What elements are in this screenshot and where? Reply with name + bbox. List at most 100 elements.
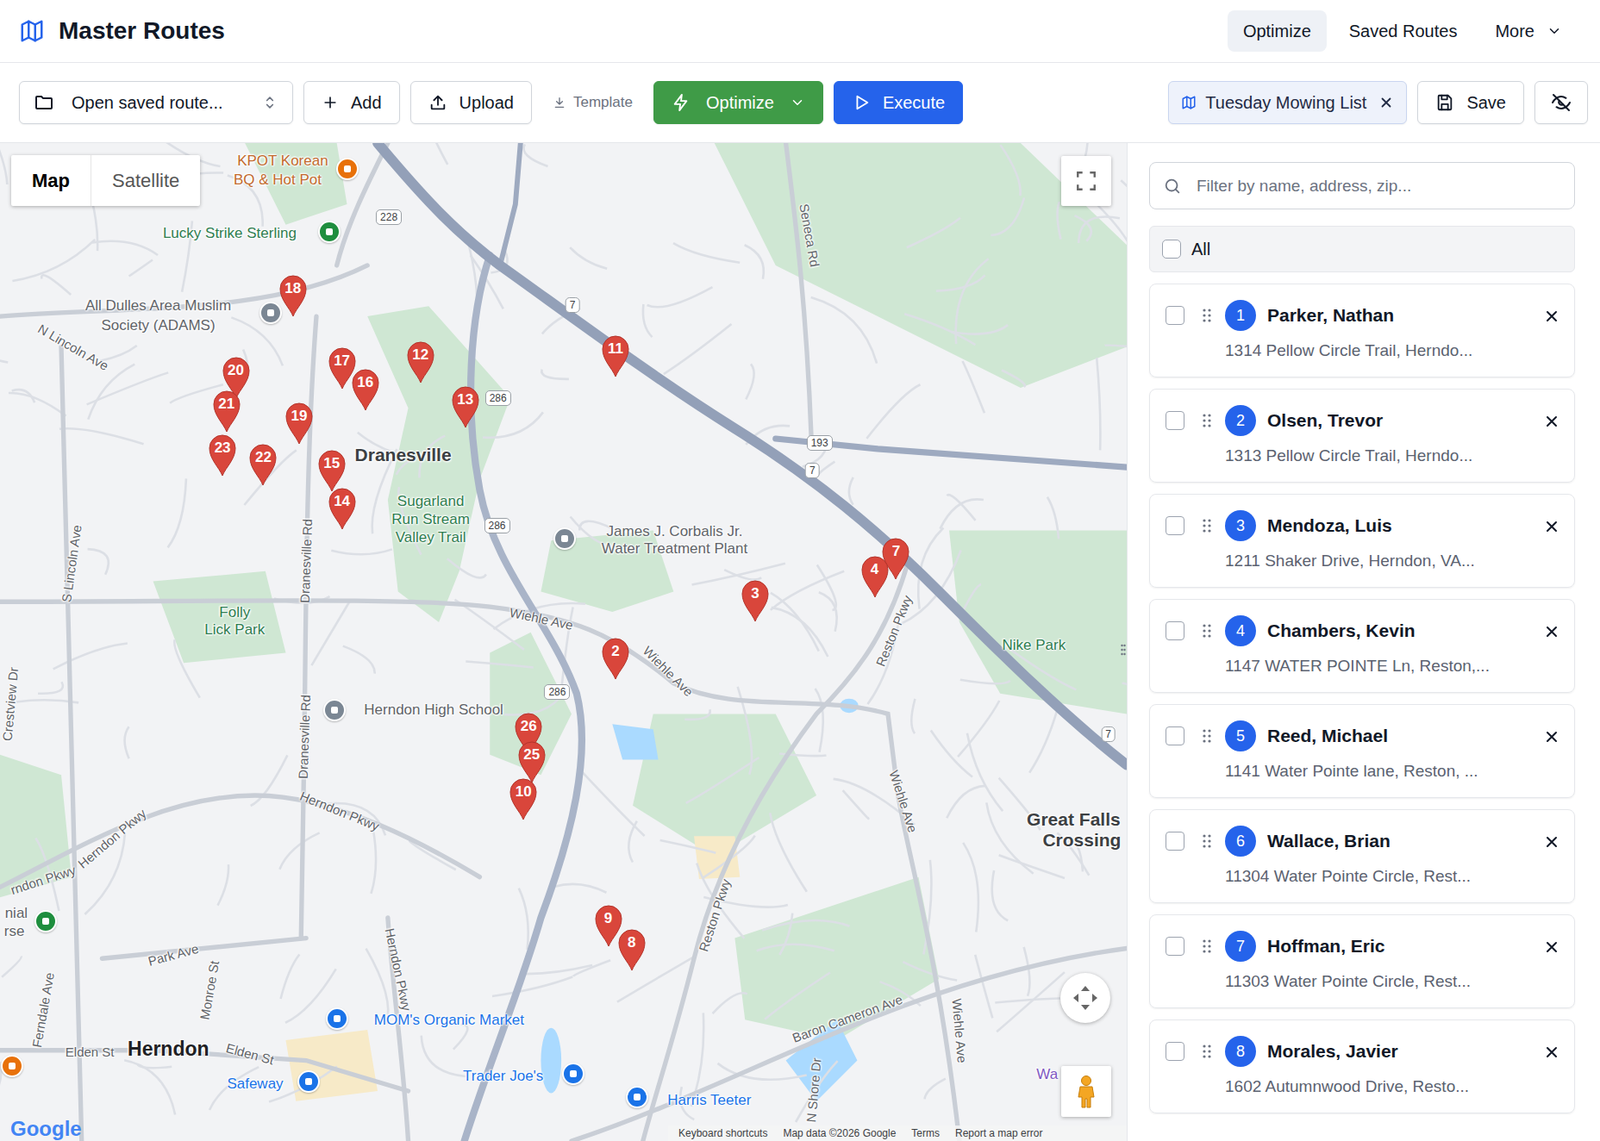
camera-control[interactable] [1060, 973, 1111, 1024]
route-name-chip[interactable]: Tuesday Mowing List [1168, 81, 1407, 125]
close-icon [1543, 728, 1561, 746]
map-pin[interactable]: 14 [327, 487, 357, 531]
add-button[interactable]: Add [303, 81, 400, 125]
drag-handle-icon [1202, 307, 1212, 324]
stop-card[interactable]: 8Morales, Javier1602 Autumnwood Drive, R… [1149, 1019, 1575, 1114]
remove-stop-button[interactable] [1543, 412, 1561, 431]
optimize-button[interactable]: Optimize [653, 81, 824, 125]
route-map-icon [1181, 94, 1197, 111]
stop-card[interactable]: 2Olsen, Trevor1313 Pellow Circle Trail, … [1149, 388, 1575, 483]
place-of-worship-icon[interactable] [259, 301, 282, 325]
map-label: Dranesville [355, 444, 452, 466]
stop-checkbox[interactable] [1165, 411, 1185, 431]
shopping-icon[interactable] [625, 1086, 649, 1109]
nav-item[interactable]: More [1479, 10, 1578, 52]
attribution-link[interactable]: Map data ©2026 Google [782, 1125, 896, 1141]
remove-stop-button[interactable] [1543, 833, 1561, 851]
map-pin[interactable]: 18 [278, 274, 308, 318]
open-saved-route-select[interactable]: Open saved route... [18, 81, 294, 125]
stop-card[interactable]: 6Wallace, Brian11304 Water Pointe Circle… [1149, 809, 1575, 904]
select-all-checkbox[interactable] [1162, 239, 1182, 259]
map-pin[interactable]: 23 [207, 433, 238, 477]
attribution-link[interactable]: Terms [911, 1125, 940, 1141]
attribution-link[interactable]: Keyboard shortcuts [678, 1125, 768, 1141]
map-pin[interactable]: 16 [350, 368, 381, 412]
park-icon[interactable] [34, 910, 57, 933]
app-brand[interactable]: Master Routes [18, 12, 225, 50]
remove-stop-button[interactable] [1543, 1043, 1561, 1062]
map-pin[interactable]: 3 [740, 579, 770, 623]
close-icon [1543, 1043, 1561, 1062]
shopping-icon[interactable] [325, 1007, 349, 1031]
stop-checkbox[interactable] [1165, 516, 1185, 536]
map-pin[interactable]: 17 [327, 346, 357, 390]
fullscreen-button[interactable] [1061, 156, 1112, 207]
filter-field [1149, 162, 1575, 210]
map-pin[interactable]: 22 [248, 443, 278, 487]
drag-handle-icon [1202, 623, 1212, 639]
map-type-button[interactable]: Map [11, 155, 91, 207]
map-canvas[interactable] [0, 143, 1127, 1141]
remove-stop-button[interactable] [1543, 307, 1561, 325]
remove-stop-button[interactable] [1543, 623, 1561, 641]
map-label: Lick Park [204, 621, 265, 639]
map-pin[interactable]: 2 [600, 637, 631, 681]
stop-name: Wallace, Brian [1267, 827, 1391, 856]
pin-number: 10 [508, 777, 538, 807]
map-pin[interactable]: 15 [317, 449, 347, 493]
stop-card[interactable]: 4Chambers, Kevin1147 WATER POINTE Ln, Re… [1149, 599, 1575, 694]
map-pin[interactable]: 4 [860, 555, 890, 599]
shopping-icon[interactable] [562, 1062, 585, 1086]
map-pin[interactable]: 10 [508, 777, 538, 821]
route-shield: 228 [375, 209, 402, 225]
stop-checkbox[interactable] [1165, 1042, 1185, 1062]
stop-checkbox[interactable] [1165, 831, 1185, 851]
template-link[interactable]: Template [542, 91, 644, 114]
map-pin[interactable]: 25 [517, 740, 547, 784]
hide-button[interactable] [1534, 81, 1588, 125]
stop-checkbox[interactable] [1165, 726, 1185, 746]
street-view-pegman[interactable] [1061, 1066, 1112, 1118]
nav-item[interactable]: Optimize [1227, 10, 1327, 52]
map-label: Crossing [1042, 830, 1121, 851]
map[interactable]: KPOT KoreanBQ & Hot PotLucky Strike Ster… [0, 143, 1127, 1141]
stop-name: Olsen, Trevor [1267, 406, 1383, 435]
remove-stop-button[interactable] [1543, 938, 1561, 957]
save-icon [1435, 93, 1455, 113]
map-pin[interactable]: 11 [600, 334, 631, 378]
map-type-button[interactable]: Satellite [90, 155, 200, 207]
map-pin[interactable]: 21 [212, 389, 242, 433]
save-button[interactable]: Save [1417, 81, 1525, 125]
filter-input[interactable] [1149, 162, 1575, 210]
stop-card[interactable]: 1Parker, Nathan1314 Pellow Circle Trail,… [1149, 283, 1575, 378]
app-header: Master Routes OptimizeSaved RoutesMore [0, 0, 1600, 63]
select-all-row[interactable]: All [1149, 225, 1575, 273]
execute-button[interactable]: Execute [833, 81, 963, 125]
restaurant-icon[interactable] [0, 1055, 24, 1078]
chevron-down-icon [1546, 23, 1563, 39]
stop-checkbox[interactable] [1165, 306, 1185, 325]
remove-stop-button[interactable] [1543, 728, 1561, 746]
eye-off-icon [1550, 92, 1572, 113]
school-icon[interactable] [323, 699, 346, 722]
stop-checkbox[interactable] [1165, 621, 1185, 641]
attribution-link[interactable]: Report a map error [955, 1125, 1043, 1141]
stop-checkbox[interactable] [1165, 937, 1185, 957]
stop-card[interactable]: 7Hoffman, Eric11303 Water Pointe Circle,… [1149, 914, 1575, 1009]
stop-number-badge: 7 [1225, 931, 1257, 963]
restaurant-icon[interactable] [336, 157, 359, 181]
map-pin[interactable]: 12 [406, 340, 436, 384]
remove-stop-button[interactable] [1543, 518, 1561, 536]
stop-card[interactable]: 3Mendoza, Luis1211 Shaker Drive, Herndon… [1149, 493, 1575, 588]
entertainment-icon[interactable] [318, 220, 341, 244]
upload-button[interactable]: Upload [410, 81, 532, 125]
map-pin[interactable]: 19 [284, 401, 314, 445]
facility-icon[interactable] [553, 527, 576, 550]
shopping-icon[interactable] [297, 1070, 320, 1094]
map-pin[interactable]: 13 [450, 385, 481, 429]
resize-handle[interactable] [1120, 638, 1126, 660]
nav-item[interactable]: Saved Routes [1333, 10, 1474, 52]
map-pin[interactable]: 8 [617, 928, 647, 972]
map-pin[interactable]: 9 [593, 904, 624, 948]
stop-card[interactable]: 5Reed, Michael1141 Water Pointe lane, Re… [1149, 704, 1575, 799]
